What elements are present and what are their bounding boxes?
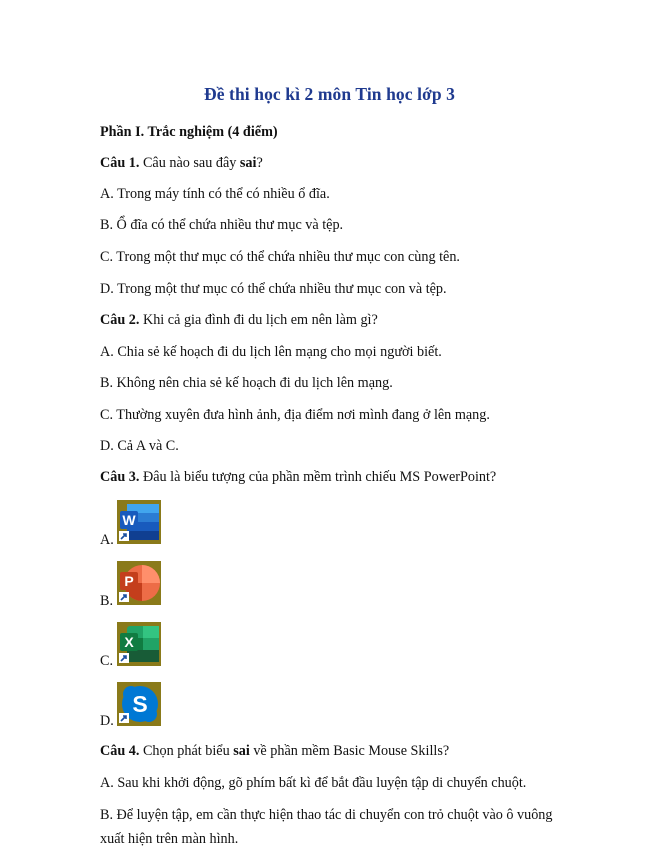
q1-option-a: A. Trong máy tính có thể có nhiều ổ đĩa.: [100, 186, 330, 202]
question-text-end: ?: [256, 155, 263, 171]
question-text: Câu nào sau đây: [139, 155, 240, 171]
question-emphasis: sai: [239, 155, 257, 171]
q2-option-d: D. Cả A và C.: [100, 438, 179, 454]
question-text: Chọn phát biểu: [139, 743, 234, 759]
q3-option-d-letter: D.: [100, 713, 114, 729]
q3-option-a-letter: A.: [100, 532, 114, 548]
q2-option-c: C. Thường xuyên đưa hình ảnh, địa điểm n…: [100, 407, 490, 423]
q2-option-a: A. Chia sẻ kế hoạch đi du lịch lên mạng …: [100, 344, 442, 360]
section-heading: Phần I. Trắc nghiệm (4 điểm): [100, 124, 278, 140]
q4-option-b-continued: xuất hiện trên màn hình.: [100, 831, 239, 847]
document-page: Đề thi học kì 2 môn Tin học lớp 3 Phần I…: [0, 0, 659, 859]
q4-option-b: B. Để luyện tập, em cần thực hiện thao t…: [100, 807, 553, 823]
q3-option-c-letter: C.: [100, 653, 114, 669]
q1-option-d: D. Trong một thư mục có thể chứa nhiều t…: [100, 281, 447, 297]
question-text-end: về phần mềm Basic Mouse Skills?: [249, 743, 450, 759]
page-title: Đề thi học kì 2 môn Tin học lớp 3: [203, 84, 456, 104]
skype-icon: S: [117, 682, 161, 726]
question-label: Câu 2.: [100, 312, 140, 328]
word-icon: W: [117, 500, 161, 544]
q2-option-b: B. Không nên chia sẻ kế hoạch đi du lịch…: [100, 375, 393, 391]
svg-text:S: S: [132, 691, 147, 717]
question-text: Đâu là biểu tượng của phần mềm trình chi…: [139, 469, 497, 485]
question-text: Khi cả gia đình đi du lịch em nên làm gì…: [139, 312, 378, 328]
question-label: Câu 1.: [100, 155, 140, 171]
question-label: Câu 3.: [100, 469, 140, 485]
svg-text:X: X: [124, 634, 134, 650]
q1-option-c: C. Trong một thư mục có thể chứa nhiều t…: [100, 249, 460, 265]
question-4: Câu 4. Chọn phát biểu sai về phần mềm Ba…: [100, 742, 449, 760]
question-1: Câu 1. Câu nào sau đây sai?: [100, 154, 263, 172]
q4-option-a: A. Sau khi khởi động, gõ phím bất kì để …: [100, 775, 527, 791]
svg-text:W: W: [122, 512, 136, 528]
excel-icon: X: [117, 622, 161, 666]
svg-text:P: P: [124, 573, 133, 589]
question-2: Câu 2. Khi cả gia đình đi du lịch em nên…: [100, 311, 378, 329]
question-label: Câu 4.: [100, 743, 140, 759]
q3-option-b-letter: B.: [100, 593, 114, 609]
powerpoint-icon: P: [117, 561, 161, 605]
q1-option-b: B. Ổ đĩa có thể chứa nhiều thư mục và tệ…: [100, 217, 344, 233]
question-emphasis: sai: [233, 743, 250, 759]
question-3: Câu 3. Đâu là biểu tượng của phần mềm tr…: [100, 468, 496, 486]
